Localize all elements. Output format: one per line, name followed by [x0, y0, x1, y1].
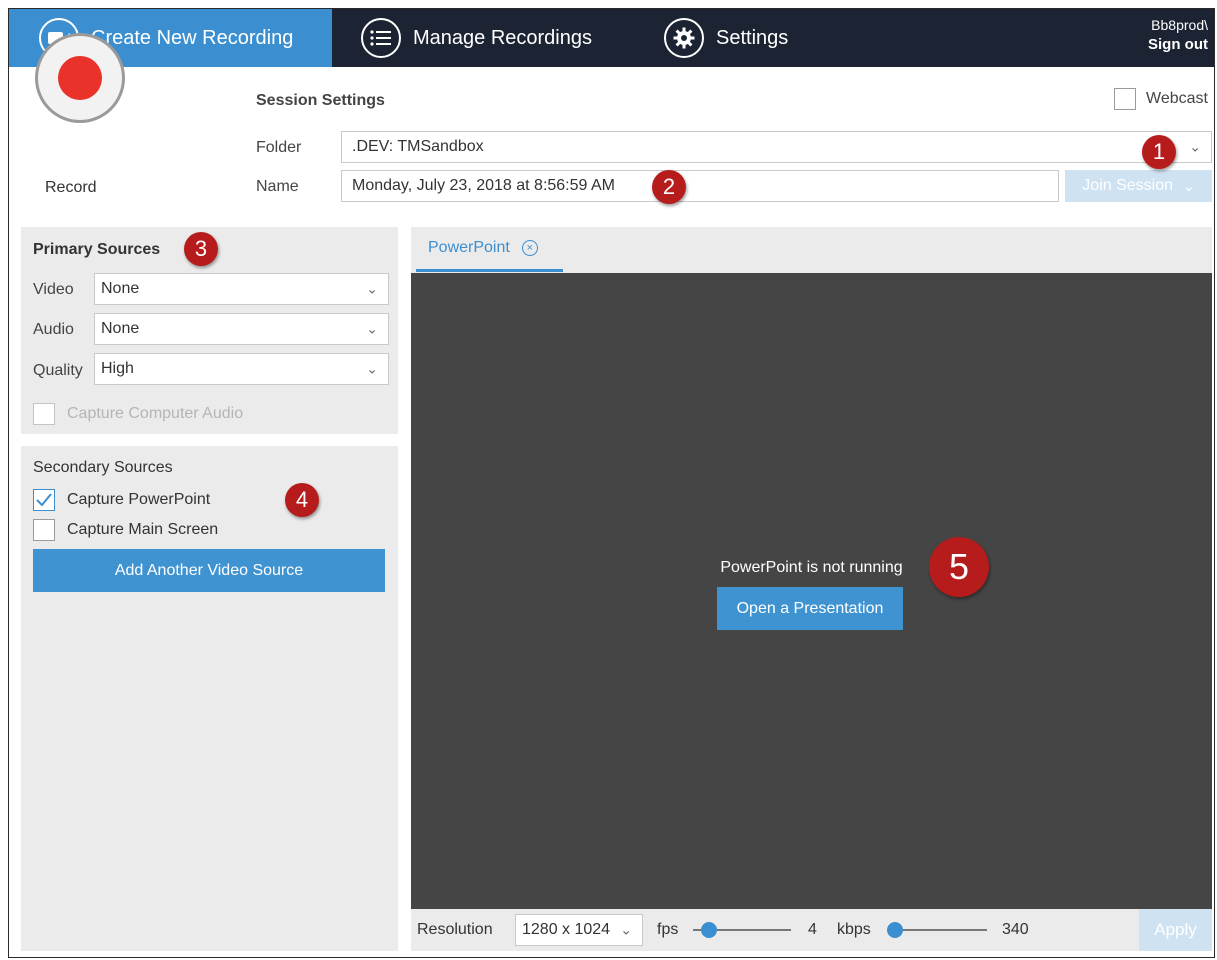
sign-out-link[interactable]: Sign out: [1148, 35, 1208, 55]
name-value: Monday, July 23, 2018 at 8:56:59 AM: [352, 177, 615, 194]
tab-label: Create New Recording: [91, 26, 294, 49]
folder-value: .DEV: TMSandbox: [352, 138, 484, 155]
video-select[interactable]: None ⌄: [94, 273, 389, 305]
callout-badge-3: 3: [184, 232, 218, 266]
resolution-select[interactable]: 1280 x 1024 ⌄: [515, 914, 643, 946]
tab-label: PowerPoint: [428, 239, 510, 256]
powerpoint-status-text: PowerPoint is not running: [720, 559, 903, 576]
session-settings-title: Session Settings: [256, 92, 385, 109]
record-icon: [58, 56, 102, 100]
chevron-down-icon: ⌄: [366, 280, 378, 297]
capture-audio-checkbox[interactable]: [33, 403, 55, 425]
folder-select[interactable]: .DEV: TMSandbox ⌄: [341, 131, 1212, 163]
capture-powerpoint-option: Capture PowerPoint: [33, 489, 210, 511]
secondary-sources-panel: Secondary Sources Capture PowerPoint Cap…: [21, 446, 398, 951]
capture-powerpoint-label: Capture PowerPoint: [67, 491, 211, 508]
tab-settings[interactable]: Settings: [664, 9, 788, 67]
callout-badge-2: 2: [652, 170, 686, 204]
join-session-button[interactable]: Join Session ⌄: [1065, 170, 1212, 202]
webcast-option: Webcast: [1114, 88, 1208, 110]
capture-powerpoint-checkbox[interactable]: [33, 489, 55, 511]
gear-icon: [664, 18, 704, 58]
preview-canvas: PowerPoint is not running Open a Present…: [411, 273, 1212, 909]
webcast-label: Webcast: [1146, 90, 1208, 107]
capture-main-screen-label: Capture Main Screen: [67, 521, 219, 538]
preview-panel: PowerPoint × PowerPoint is not running O…: [411, 227, 1212, 951]
callout-badge-4: 4: [285, 483, 319, 517]
chevron-down-icon: ⌄: [1182, 177, 1195, 194]
audio-select[interactable]: None ⌄: [94, 313, 389, 345]
session-name-input[interactable]: Monday, July 23, 2018 at 8:56:59 AM: [341, 170, 1059, 202]
quality-label: Quality: [33, 362, 83, 379]
capture-audio-label: Capture Computer Audio: [67, 405, 244, 422]
video-value: None: [101, 280, 140, 297]
name-label: Name: [256, 178, 299, 195]
apply-button[interactable]: Apply: [1139, 909, 1212, 951]
capture-main-screen-checkbox[interactable]: [33, 519, 55, 541]
username: Bb8prod\: [1151, 17, 1208, 33]
chevron-down-icon: ⌄: [1189, 138, 1201, 155]
kbps-slider[interactable]: [887, 922, 987, 938]
tab-powerpoint[interactable]: PowerPoint ×: [416, 227, 563, 272]
tab-label: Manage Recordings: [413, 26, 592, 49]
fps-slider-handle[interactable]: [701, 922, 717, 938]
list-icon: [361, 18, 401, 58]
fps-value: 4: [808, 921, 817, 938]
primary-sources-title: Primary Sources: [33, 241, 161, 258]
folder-label: Folder: [256, 139, 302, 156]
chevron-down-icon: ⌄: [620, 921, 632, 938]
audio-label: Audio: [33, 321, 74, 338]
capture-computer-audio-option: Capture Computer Audio: [33, 403, 243, 425]
close-tab-icon[interactable]: ×: [521, 240, 538, 256]
add-video-source-button[interactable]: Add Another Video Source: [33, 549, 385, 592]
tab-label: Settings: [716, 26, 789, 49]
kbps-value: 340: [1002, 921, 1029, 938]
secondary-sources-title: Secondary Sources: [33, 459, 173, 476]
record-button[interactable]: [35, 33, 125, 123]
join-label: Join Session: [1082, 177, 1173, 194]
quality-value: High: [101, 360, 134, 377]
app-window: Create New Recording Manage Recordings S…: [8, 8, 1215, 958]
fps-slider[interactable]: [693, 922, 791, 938]
chevron-down-icon: ⌄: [366, 360, 378, 377]
callout-badge-1: 1: [1142, 135, 1176, 169]
record-label: Record: [45, 179, 97, 196]
top-nav-bar: Create New Recording Manage Recordings S…: [9, 9, 1214, 67]
checkmark-icon: [36, 493, 52, 507]
fps-label: fps: [657, 921, 679, 938]
audio-value: None: [101, 320, 140, 337]
webcast-checkbox[interactable]: [1114, 88, 1137, 110]
resolution-value: 1280 x 1024: [522, 921, 611, 938]
tab-manage-recordings[interactable]: Manage Recordings: [361, 9, 592, 67]
kbps-slider-handle[interactable]: [887, 922, 903, 938]
open-presentation-button[interactable]: Open a Presentation: [717, 587, 903, 630]
resolution-label: Resolution: [417, 921, 493, 938]
user-info: Bb8prod\ Sign out: [1148, 15, 1208, 55]
video-label: Video: [33, 281, 74, 298]
capture-main-screen-option: Capture Main Screen: [33, 519, 218, 541]
capture-settings-bar: Resolution 1280 x 1024 ⌄ fps 4 kbps 340 …: [411, 909, 1212, 951]
chevron-down-icon: ⌄: [366, 320, 378, 337]
quality-select[interactable]: High ⌄: [94, 353, 389, 385]
callout-badge-5: 5: [929, 537, 989, 597]
kbps-label: kbps: [837, 921, 871, 938]
